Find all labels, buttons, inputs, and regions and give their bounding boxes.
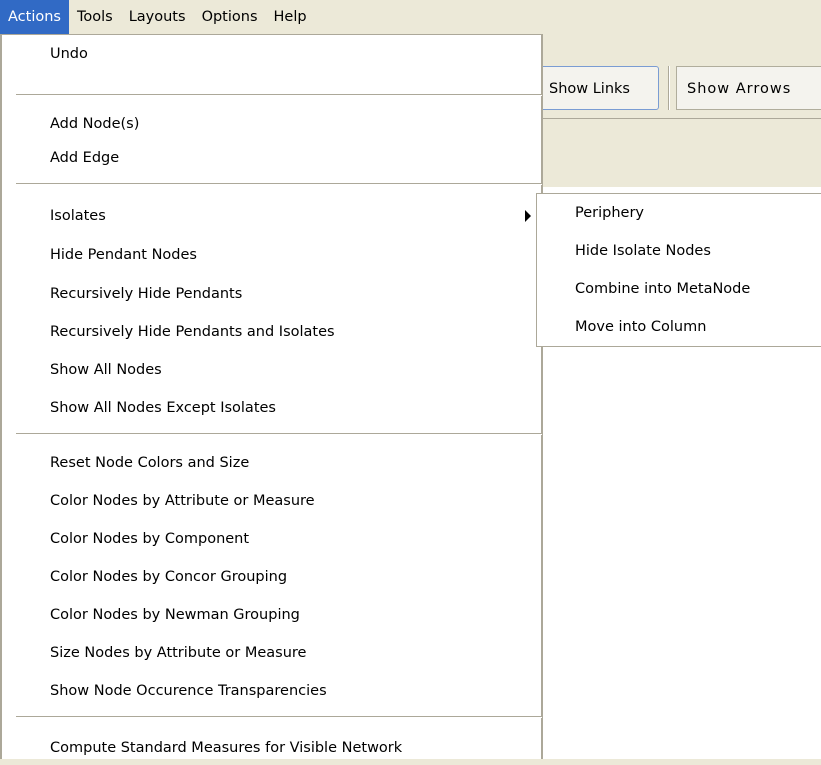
menu-actions[interactable]: Actions [0, 0, 69, 34]
show-links-button[interactable]: Show Links [540, 66, 659, 110]
menu-item-show-all-except-isolates[interactable]: Show All Nodes Except Isolates [50, 391, 276, 425]
menu-item-isolates[interactable]: Isolates [50, 199, 106, 233]
menu-item-size-by-attribute[interactable]: Size Nodes by Attribute or Measure [50, 636, 306, 670]
toolbar-strip [540, 118, 821, 188]
submenu-item-move-into-column[interactable]: Move into Column [575, 310, 706, 344]
menu-options[interactable]: Options [194, 0, 266, 34]
menu-item-add-edge[interactable]: Add Edge [50, 141, 119, 175]
menu-separator [16, 183, 542, 185]
toolbar-separator [668, 66, 670, 110]
menu-item-hide-pendant-nodes[interactable]: Hide Pendant Nodes [50, 238, 197, 272]
menu-item-show-occurence-transparencies[interactable]: Show Node Occurence Transparencies [50, 674, 327, 708]
menu-item-undo[interactable]: Undo [50, 37, 88, 71]
actions-menu: Undo Add Node(s) Add Edge Isolates Hide … [0, 34, 543, 759]
menu-separator [16, 433, 542, 435]
toolbar: Show Links Show Arrows [540, 45, 821, 121]
submenu-item-hide-isolate-nodes[interactable]: Hide Isolate Nodes [575, 234, 711, 268]
menu-separator [16, 716, 542, 718]
submenu-item-periphery[interactable]: Periphery [575, 196, 644, 230]
submenu-item-combine-metanode[interactable]: Combine into MetaNode [575, 272, 750, 306]
menu-item-add-nodes[interactable]: Add Node(s) [50, 107, 139, 141]
menu-item-reset-node-colors[interactable]: Reset Node Colors and Size [50, 446, 249, 480]
menu-item-recursively-hide-pendants-isolates[interactable]: Recursively Hide Pendants and Isolates [50, 315, 335, 349]
submenu-arrow-icon [525, 210, 531, 222]
menu-item-recursively-hide-pendants[interactable]: Recursively Hide Pendants [50, 277, 242, 311]
menu-item-compute-standard-measures[interactable]: Compute Standard Measures for Visible Ne… [50, 731, 402, 765]
menu-item-color-by-attribute[interactable]: Color Nodes by Attribute or Measure [50, 484, 315, 518]
show-arrows-button[interactable]: Show Arrows [676, 66, 821, 110]
menu-item-color-by-concor[interactable]: Color Nodes by Concor Grouping [50, 560, 287, 594]
menu-item-show-all-nodes[interactable]: Show All Nodes [50, 353, 162, 387]
menu-help[interactable]: Help [266, 0, 315, 34]
menu-item-color-by-newman[interactable]: Color Nodes by Newman Grouping [50, 598, 300, 632]
menu-layouts[interactable]: Layouts [121, 0, 194, 34]
menu-tools[interactable]: Tools [69, 0, 121, 34]
menu-item-color-by-component[interactable]: Color Nodes by Component [50, 522, 249, 556]
menu-bar: Actions Tools Layouts Options Help [0, 0, 821, 34]
menu-separator [16, 94, 542, 96]
isolates-submenu: Periphery Hide Isolate Nodes Combine int… [536, 193, 821, 347]
